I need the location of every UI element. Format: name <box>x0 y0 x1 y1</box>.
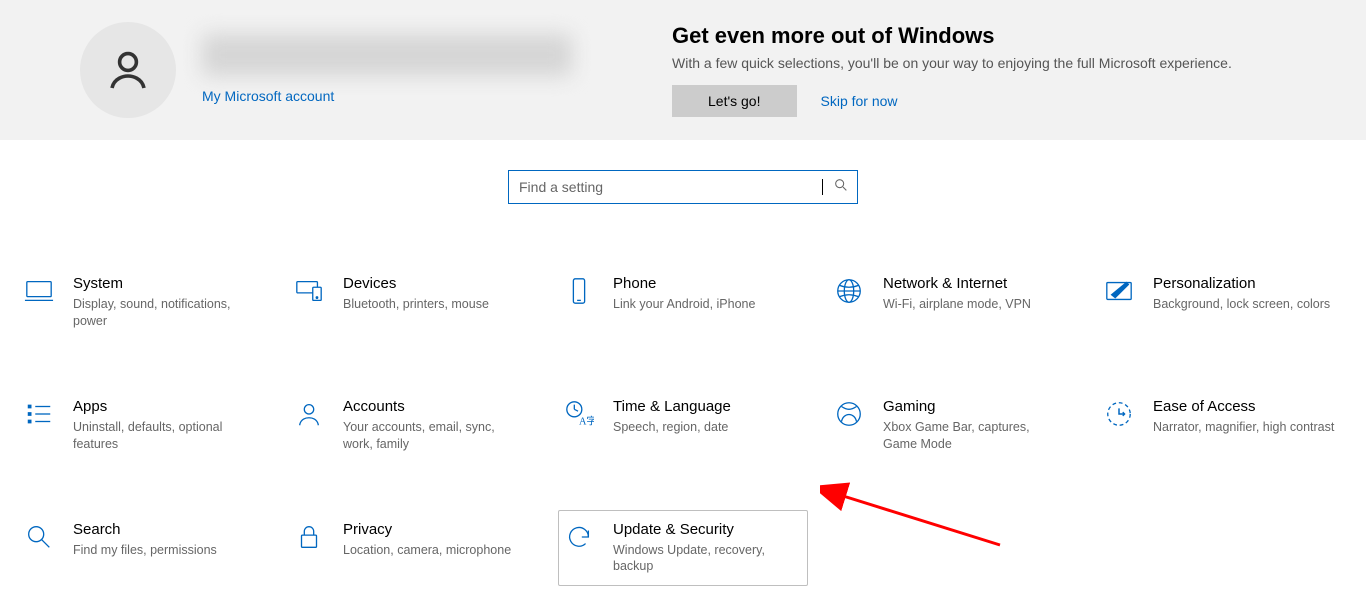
category-title: Privacy <box>343 521 511 538</box>
category-gaming[interactable]: Gaming Xbox Game Bar, captures, Game Mod… <box>828 387 1078 464</box>
category-desc: Display, sound, notifications, power <box>73 296 255 330</box>
category-desc: Your accounts, email, sync, work, family <box>343 419 525 453</box>
category-accounts[interactable]: Accounts Your accounts, email, sync, wor… <box>288 387 538 464</box>
category-title: Time & Language <box>613 398 731 415</box>
category-title: Update & Security <box>613 521 795 538</box>
category-desc: Link your Android, iPhone <box>613 296 755 313</box>
update-icon <box>563 521 595 553</box>
category-devices[interactable]: Devices Bluetooth, printers, mouse <box>288 264 538 341</box>
category-desc: Xbox Game Bar, captures, Game Mode <box>883 419 1065 453</box>
category-time-language[interactable]: A字 Time & Language Speech, region, date <box>558 387 808 464</box>
category-desc: Speech, region, date <box>613 419 731 436</box>
category-privacy[interactable]: Privacy Location, camera, microphone <box>288 510 538 587</box>
category-title: Personalization <box>1153 275 1330 292</box>
category-desc: Bluetooth, printers, mouse <box>343 296 489 313</box>
category-desc: Uninstall, defaults, optional features <box>73 419 255 453</box>
account-name-redacted <box>202 34 572 76</box>
skip-for-now-link[interactable]: Skip for now <box>821 93 898 109</box>
search-icon[interactable] <box>833 177 849 198</box>
ease-of-access-icon <box>1103 398 1135 430</box>
time-language-icon: A字 <box>563 398 595 430</box>
category-desc: Find my files, permissions <box>73 542 217 559</box>
category-desc: Wi-Fi, airplane mode, VPN <box>883 296 1031 313</box>
paint-icon <box>1103 275 1135 307</box>
lets-go-button[interactable]: Let's go! <box>672 85 797 117</box>
settings-header: My Microsoft account Get even more out o… <box>0 0 1366 140</box>
avatar <box>80 22 176 118</box>
promo-subtitle: With a few quick selections, you'll be o… <box>672 55 1232 71</box>
globe-icon <box>833 275 865 307</box>
category-ease-of-access[interactable]: Ease of Access Narrator, magnifier, high… <box>1098 387 1348 464</box>
category-apps[interactable]: Apps Uninstall, defaults, optional featu… <box>18 387 268 464</box>
category-desc: Location, camera, microphone <box>343 542 511 559</box>
text-cursor <box>822 179 823 195</box>
promo-title: Get even more out of Windows <box>672 23 1232 49</box>
category-desc: Background, lock screen, colors <box>1153 296 1330 313</box>
category-title: Search <box>73 521 217 538</box>
category-title: Apps <box>73 398 255 415</box>
category-title: Gaming <box>883 398 1065 415</box>
svg-text:A字: A字 <box>579 414 594 427</box>
category-title: Phone <box>613 275 755 292</box>
category-title: System <box>73 275 255 292</box>
promo-panel: Get even more out of Windows With a few … <box>672 23 1232 117</box>
category-desc: Windows Update, recovery, backup <box>613 542 795 576</box>
lock-icon <box>293 521 325 553</box>
phone-icon <box>563 275 595 307</box>
accounts-icon <box>293 398 325 430</box>
search-category-icon <box>23 521 55 553</box>
find-a-setting-search[interactable] <box>508 170 858 204</box>
category-personalization[interactable]: Personalization Background, lock screen,… <box>1098 264 1348 341</box>
system-icon <box>23 275 55 307</box>
search-input[interactable] <box>517 178 822 196</box>
person-icon <box>104 46 152 94</box>
apps-icon <box>23 398 55 430</box>
category-update-security[interactable]: Update & Security Windows Update, recove… <box>558 510 808 587</box>
my-microsoft-account-link[interactable]: My Microsoft account <box>202 88 334 104</box>
category-system[interactable]: System Display, sound, notifications, po… <box>18 264 268 341</box>
category-title: Ease of Access <box>1153 398 1334 415</box>
category-search[interactable]: Search Find my files, permissions <box>18 510 268 587</box>
category-phone[interactable]: Phone Link your Android, iPhone <box>558 264 808 341</box>
category-network[interactable]: Network & Internet Wi-Fi, airplane mode,… <box>828 264 1078 341</box>
category-title: Accounts <box>343 398 525 415</box>
settings-categories-grid: System Display, sound, notifications, po… <box>0 204 1366 586</box>
category-title: Network & Internet <box>883 275 1031 292</box>
devices-icon <box>293 275 325 307</box>
category-desc: Narrator, magnifier, high contrast <box>1153 419 1334 436</box>
account-info: My Microsoft account <box>202 34 632 106</box>
xbox-icon <box>833 398 865 430</box>
category-title: Devices <box>343 275 489 292</box>
